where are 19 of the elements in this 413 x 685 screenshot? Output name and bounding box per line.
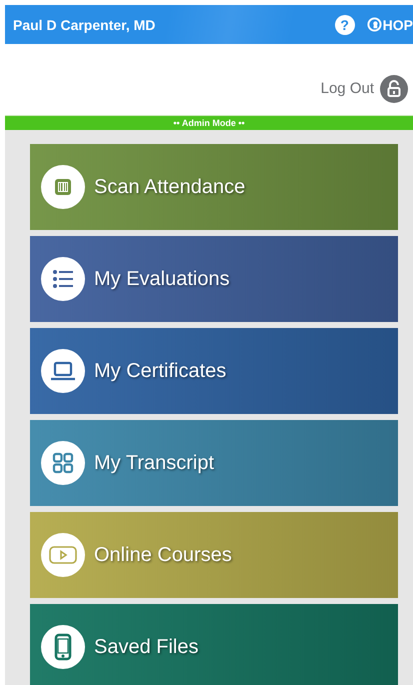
menu-tile[interactable]: Online Courses [30, 512, 398, 598]
menu-tile[interactable]: Scan Attendance [30, 144, 398, 230]
logout-button[interactable]: Log Out [320, 74, 413, 102]
phone-icon [41, 625, 85, 669]
user-name: Paul D Carpenter, MD [13, 16, 156, 32]
menu-tile[interactable]: My Certificates [30, 328, 398, 414]
admin-mode-banner: •• Admin Mode •• [5, 115, 413, 130]
menu-tile[interactable]: My Evaluations [30, 236, 398, 322]
play-icon [41, 533, 85, 577]
laptop-icon [41, 349, 85, 393]
logo-text: HOP [382, 16, 413, 32]
logo-icon [366, 17, 382, 32]
menu-tile[interactable]: My Transcript [30, 420, 398, 506]
grid-icon [41, 441, 85, 485]
unlock-icon [380, 74, 408, 102]
list-icon [41, 257, 85, 301]
barcode-icon [41, 165, 85, 209]
menu-tile[interactable]: Saved Files [30, 604, 398, 685]
help-button[interactable]: ? [334, 14, 355, 34]
